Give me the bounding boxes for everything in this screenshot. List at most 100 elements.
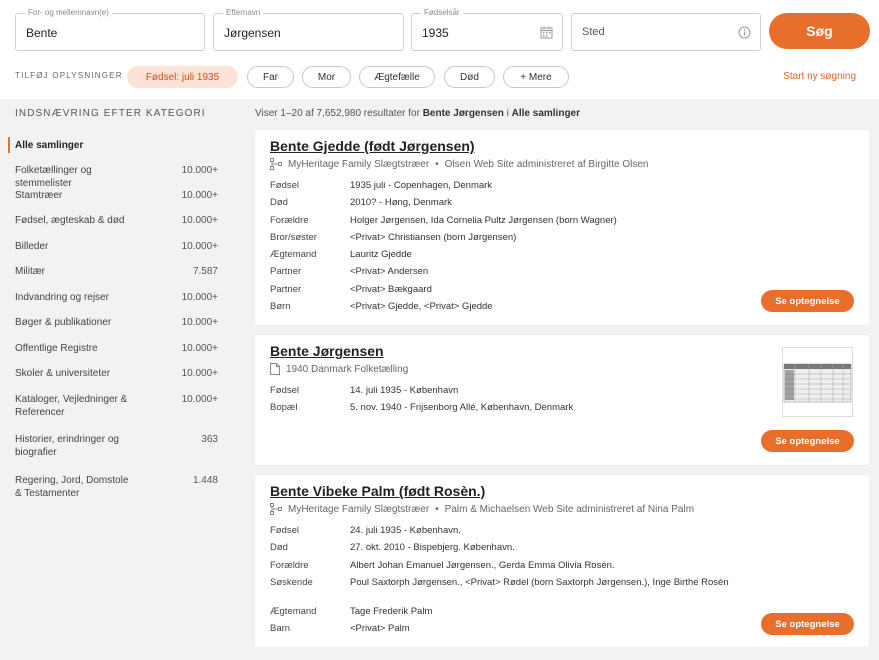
record-label: Fødsel [270, 385, 300, 396]
record-label: Partner [270, 266, 302, 277]
sidebar-item[interactable]: Billeder 10.000+ [15, 240, 218, 253]
sidebar-item[interactable]: Historier, erindringer og biografier 363 [15, 433, 218, 459]
see-record-button[interactable]: Se optegnelse [761, 613, 854, 635]
census-document-image [783, 363, 852, 403]
record-label: Ægtemand [270, 249, 317, 260]
info-icon[interactable] [738, 26, 751, 39]
sidebar-item-label: Kataloger, Vejledninger & Referencer [15, 394, 128, 418]
last-name-label: Efternavn [223, 8, 264, 18]
result-card: Bente Jørgensen 1940 Danmark Folketællin… [255, 335, 869, 465]
chip-mother[interactable]: Mor [302, 66, 351, 88]
sidebar-item-count: 1.448 [192, 475, 218, 486]
record-value: 27. okt. 2010 - Bispebjerg. København. [350, 542, 515, 553]
result-title[interactable]: Bente Gjedde (født Jørgensen) [270, 138, 475, 154]
sidebar-item[interactable]: Stamtræer 10.000+ [15, 189, 218, 202]
search-button[interactable]: Søg [769, 13, 870, 49]
result-source: MyHeritage Family Slægtstræer • Olsen We… [270, 158, 648, 170]
record-label: Fødsel [270, 525, 300, 536]
record-value: 2010? - Høng, Denmark [350, 197, 452, 208]
sidebar-item-count: 7.587 [192, 266, 218, 277]
place-placeholder[interactable]: Sted [582, 26, 605, 38]
calendar-icon[interactable] [540, 26, 553, 39]
birth-year-field[interactable]: Fødselsår 1935 [411, 8, 563, 51]
sidebar-item-label: Folketællinger og stemmelister [15, 165, 92, 189]
chip-death[interactable]: Død [444, 66, 495, 88]
restart-search-link[interactable]: Start ny søgning [783, 71, 856, 82]
sidebar-item[interactable]: Offentlige Registre 10.000+ [15, 342, 218, 355]
sidebar-item[interactable]: Indvandring og rejser 10.000+ [15, 291, 218, 304]
record-label: Partner [270, 284, 302, 295]
place-field[interactable]: Sted [571, 13, 761, 51]
last-name-value[interactable]: Jørgensen [224, 26, 281, 40]
source-dot: • [435, 158, 439, 170]
source-dot: • [435, 503, 439, 515]
sidebar-item-all[interactable]: Alle samlinger [15, 139, 218, 152]
record-label: Bopæl [270, 402, 298, 413]
sidebar-item[interactable]: Skoler & universiteter 10.000+ [15, 367, 218, 380]
sidebar-item[interactable]: Fødsel, ægteskab & død 10.000+ [15, 214, 218, 227]
source-name[interactable]: MyHeritage Family Slægtstræer [288, 504, 429, 515]
record-label: Forældre [270, 215, 309, 226]
result-source: MyHeritage Family Slægtstræer • Palm & M… [270, 503, 694, 515]
record-value: <Privat> Gjedde, <Privat> Gjedde [350, 301, 493, 312]
sidebar-item-label: Fødsel, ægteskab & død [15, 215, 125, 226]
result-title[interactable]: Bente Vibeke Palm (født Rosèn.) [270, 483, 485, 499]
record-value: Tage Frederik Palm [350, 606, 433, 617]
sidebar-item-label: Bøger & publikationer [15, 317, 112, 328]
result-card: Bente Vibeke Palm (født Rosèn.) MyHerita… [255, 475, 869, 647]
sidebar-title: INDSNÆVRING EFTER KATEGORI [15, 108, 206, 119]
sidebar-item-label: Indvandring og rejser [15, 292, 109, 303]
chip-father[interactable]: Far [247, 66, 294, 88]
sidebar-item-count: 10.000+ [181, 343, 218, 354]
first-name-label: For- og mellemnavn(e) [25, 8, 112, 18]
first-name-value[interactable]: Bente [26, 26, 57, 40]
sidebar-item-count: 10.000+ [181, 241, 218, 252]
sidebar-item[interactable]: Kataloger, Vejledninger & Referencer 10.0… [15, 393, 218, 419]
sidebar-item-count: 10.000+ [181, 394, 218, 405]
birth-year-label: Fødselsår [421, 8, 463, 18]
sidebar-item-count: 10.000+ [181, 292, 218, 303]
sidebar-item-count: 10.000+ [181, 368, 218, 379]
chip-spouse[interactable]: Ægtefælle [359, 66, 435, 88]
record-thumbnail[interactable] [782, 347, 853, 417]
record-value: Lauritz Gjedde [350, 249, 412, 260]
source-name[interactable]: 1940 Danmark Folketælling [286, 364, 408, 375]
record-value: 1935 juli - Copenhagen, Denmark [350, 180, 493, 191]
results-scope: Alle samlinger [511, 108, 580, 119]
record-value: Poul Saxtorph Jørgensen., <Privat> Rødel… [350, 577, 729, 588]
result-title[interactable]: Bente Jørgensen [270, 343, 384, 359]
sidebar-item[interactable]: Bøger & publikationer 10.000+ [15, 316, 218, 329]
family-tree-icon [270, 158, 282, 170]
results-summary: Viser 1–20 af 7,652,980 resultater for B… [255, 108, 580, 119]
record-value: <Privat> Bækgaard [350, 284, 432, 295]
sidebar-item-label: Militær [15, 266, 45, 277]
sidebar-item-count: 363 [201, 434, 218, 445]
chip-more[interactable]: + Mere [503, 66, 569, 88]
results-summary-mid: i [506, 108, 509, 119]
result-source: 1940 Danmark Folketælling [270, 363, 408, 375]
record-value: <Privat> Christiansen (born Jørgensen) [350, 232, 517, 243]
record-label: Barn [270, 623, 291, 634]
see-record-button[interactable]: Se optegnelse [761, 290, 854, 312]
see-record-button[interactable]: Se optegnelse [761, 430, 854, 452]
sidebar-item-count: 10.000+ [181, 165, 218, 176]
record-label: Død [270, 197, 288, 208]
source-extra: Palm & Michaelsen Web Site administreret… [444, 503, 695, 515]
first-name-field[interactable]: For- og mellemnavn(e) Bente [15, 8, 205, 51]
sidebar-item[interactable]: Folketællinger og stemmelister 10.000+ [15, 164, 218, 190]
sidebar-item-label: Regering, Jord, Domstole & Testamenter [15, 475, 129, 499]
active-indicator [8, 137, 10, 153]
record-label: Forældre [270, 560, 309, 571]
sidebar-item-count: 10.000+ [181, 190, 218, 201]
source-extra: Olsen Web Site administreret af Birgitte… [444, 158, 649, 170]
sidebar-item[interactable]: Regering, Jord, Domstole & Testamenter 1.… [15, 474, 218, 500]
sidebar-item[interactable]: Militær 7.587 [15, 265, 218, 278]
last-name-field[interactable]: Efternavn Jørgensen [213, 8, 404, 51]
sidebar-item-count: 10.000+ [181, 317, 218, 328]
record-label: Søskende [270, 577, 313, 588]
source-name[interactable]: MyHeritage Family Slægtstræer [288, 159, 429, 170]
birth-year-value[interactable]: 1935 [422, 26, 449, 40]
chip-birth[interactable]: Fødsel: juli 1935 [127, 66, 238, 88]
results-summary-prefix: Viser 1–20 af 7,652,980 resultater for [255, 108, 420, 119]
record-label: Børn [270, 301, 291, 312]
